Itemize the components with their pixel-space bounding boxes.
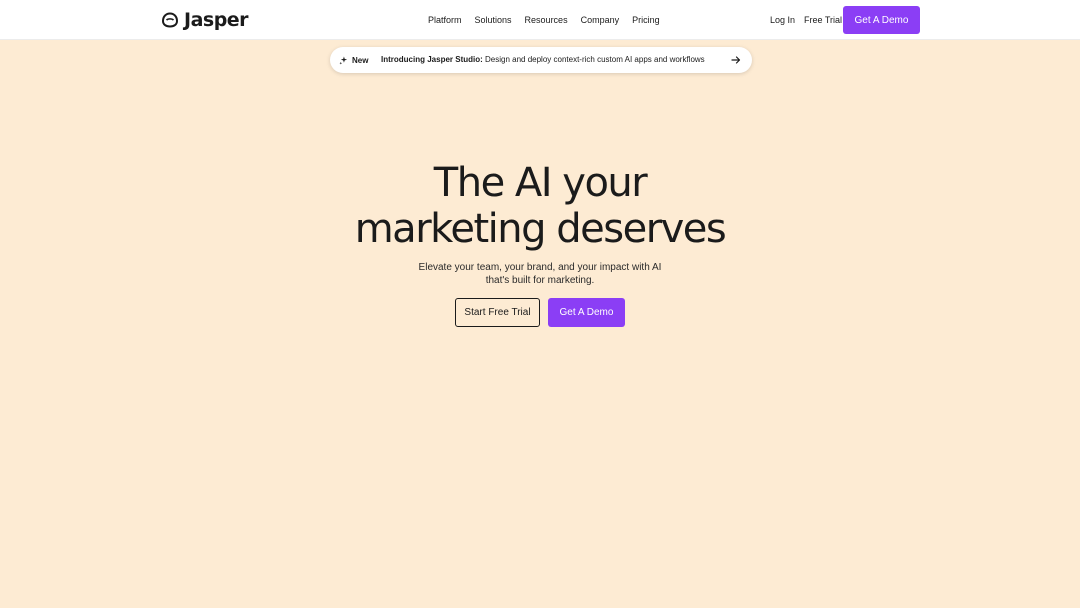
hero-title-line-1: The AI your [433, 160, 648, 206]
hero-demo-button[interactable]: Get A Demo [548, 298, 625, 327]
jasper-logo-icon [161, 12, 179, 28]
header-actions: Log In Free Trial [770, 13, 842, 27]
nav-item-platform[interactable]: Platform [428, 13, 462, 27]
sparkle-icon [339, 55, 348, 65]
announcement-banner[interactable]: New Introducing Jasper Studio: Design an… [330, 47, 752, 73]
new-badge-label: New [352, 55, 369, 65]
announcement-body: Design and deploy context-rich custom AI… [485, 55, 705, 64]
nav-item-resources[interactable]: Resources [525, 13, 568, 27]
hero-subtitle-line-1: Elevate your team, your brand, and your … [418, 262, 662, 273]
logo-text: Jasper [184, 9, 249, 31]
announcement-text: Introducing Jasper Studio: Design and de… [381, 54, 705, 66]
hero-subtitle-line-2: that's built for marketing. [485, 275, 595, 286]
hero-subtitle: Elevate your team, your brand, and your … [390, 261, 690, 287]
main-nav: Platform Solutions Resources Company Pri… [428, 13, 660, 27]
announcement-title: Introducing Jasper Studio: [381, 55, 483, 64]
start-free-trial-button[interactable]: Start Free Trial [455, 298, 540, 327]
nav-item-company[interactable]: Company [581, 13, 620, 27]
arrow-right-icon [731, 56, 741, 64]
logo[interactable]: Jasper [160, 8, 249, 32]
site-header: Jasper Platform Solutions Resources Comp… [0, 0, 1080, 40]
header-demo-button[interactable]: Get A Demo [843, 6, 920, 34]
nav-item-solutions[interactable]: Solutions [475, 13, 512, 27]
hero-title-line-2: marketing deserves [354, 206, 727, 252]
login-link[interactable]: Log In [770, 13, 795, 27]
new-badge: New [334, 50, 374, 70]
hero-title: The AI your marketing deserves [290, 160, 790, 252]
nav-item-pricing[interactable]: Pricing [632, 13, 660, 27]
free-trial-link[interactable]: Free Trial [804, 13, 842, 27]
